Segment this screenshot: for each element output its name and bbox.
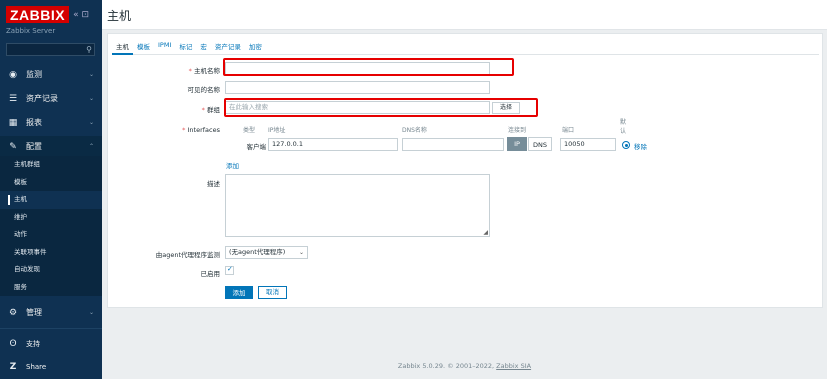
server-name: Zabbix Server (6, 27, 56, 35)
support-icon: ʘ (9, 338, 17, 349)
menu-share[interactable]: Z Share (0, 356, 102, 377)
menu-label: 配置 (26, 142, 42, 151)
highlight-box-hostname (223, 58, 514, 76)
submenu-event-correlation[interactable]: 关联项事件 (0, 244, 102, 262)
add-button[interactable]: 添加 (225, 286, 253, 299)
search-icon[interactable]: ⚲ (86, 45, 92, 54)
iface-add-link[interactable]: 添加 (226, 160, 239, 170)
proxy-select[interactable]: (无agent代理程序) ⌄ (225, 246, 308, 259)
page-header: 主机 (102, 0, 827, 30)
iface-port-header: 端口 (562, 127, 575, 134)
hostname-label: 主机名称 (100, 65, 220, 75)
proxy-selected-value: (无agent代理程序) (229, 248, 286, 256)
groups-label: 群组 (100, 104, 220, 114)
sidebar-divider (0, 328, 102, 329)
submenu-host-groups[interactable]: 主机群组 (0, 156, 102, 174)
chevron-up-icon: ⌃ (88, 143, 94, 150)
menu-label: 监测 (26, 70, 42, 79)
check-icon: ✓ (227, 265, 233, 273)
resize-grip-icon[interactable]: ◢ (483, 229, 488, 236)
tab-templates[interactable]: 模板 (133, 37, 154, 55)
menu-reports[interactable]: ▦ 报表 ⌄ (0, 112, 102, 133)
iface-ip-header: IP地址 (268, 127, 286, 134)
iface-type-agent: 客户端 (246, 143, 267, 151)
submenu-hosts[interactable]: 主机 (0, 191, 102, 209)
visible-name-label: 可见的名称 (187, 86, 221, 94)
chevron-down-icon: ⌄ (88, 309, 94, 316)
iface-port-input[interactable]: 10050 (560, 138, 616, 151)
footer-text: Zabbix 5.0.29. © 2001–2022, (397, 362, 497, 370)
menu-configuration[interactable]: ✎ 配置 ⌃ (0, 136, 102, 157)
default-interface-radio[interactable] (622, 141, 630, 149)
chevron-down-icon: ⌄ (298, 249, 304, 256)
visible-name-input[interactable] (225, 81, 490, 94)
tab-inventory[interactable]: 资产记录 (211, 37, 245, 55)
enabled-checkbox[interactable]: ✓ (225, 265, 234, 275)
footer-link[interactable]: Zabbix SIA (496, 362, 531, 370)
interfaces-label: Interfaces (100, 126, 221, 134)
chevron-down-icon: ⌄ (88, 95, 94, 102)
chart-icon: ▦ (8, 117, 18, 128)
iface-dns-input[interactable] (402, 138, 504, 151)
chevron-down-icon: ⌄ (88, 71, 94, 78)
form-tabs: 主机 模板 IPMI 标记 宏 资产记录 加密 (112, 37, 819, 55)
iface-connect-header: 连接到 (508, 127, 527, 134)
wrench-icon: ✎ (9, 141, 17, 152)
submenu-discovery[interactable]: 自动发现 (0, 261, 102, 279)
iface-type-header: 类型 (243, 127, 256, 134)
config-submenu: 主机群组 模板 主机 维护 动作 关联项事件 自动发现 服务 (0, 156, 102, 296)
collapse-sidebar-icon[interactable]: « ⊡ (73, 10, 89, 20)
connect-ip-toggle[interactable]: IP (507, 137, 527, 151)
page-footer: Zabbix 5.0.29. © 2001–2022, Zabbix SIA (102, 362, 827, 370)
menu-label: 管理 (26, 308, 42, 317)
tab-encryption[interactable]: 加密 (245, 37, 266, 55)
page-title: 主机 (107, 9, 132, 23)
menu-administration[interactable]: ⚙ 管理 ⌄ (0, 302, 102, 323)
tab-tags[interactable]: 标记 (175, 37, 196, 55)
sidebar: ZABBIX « ⊡ Zabbix Server ⚲ ◉ 监测 ⌄ ☰ 资产记录… (0, 0, 102, 379)
submenu-templates[interactable]: 模板 (0, 174, 102, 192)
submenu-maintenance[interactable]: 维护 (0, 209, 102, 227)
iface-dns-header: DNS名称 (402, 127, 427, 134)
menu-support[interactable]: ʘ 支持 (0, 333, 102, 354)
gear-icon: ⚙ (8, 307, 18, 318)
menu-monitoring[interactable]: ◉ 监测 ⌄ (0, 64, 102, 85)
connect-dns-toggle[interactable]: DNS (528, 137, 552, 151)
submenu-actions[interactable]: 动作 (0, 226, 102, 244)
highlight-box-groups (224, 98, 538, 117)
tab-macros[interactable]: 宏 (196, 37, 211, 55)
list-icon: ☰ (8, 93, 18, 104)
sidebar-search-input[interactable]: ⚲ (6, 43, 95, 56)
submenu-services[interactable]: 服务 (0, 279, 102, 297)
iface-remove-link[interactable]: 移除 (634, 141, 647, 151)
tab-ipmi[interactable]: IPMI (154, 37, 175, 55)
cancel-button[interactable]: 取消 (258, 286, 287, 299)
tab-host[interactable]: 主机 (112, 37, 133, 55)
share-icon: Z (9, 361, 17, 372)
iface-ip-input[interactable]: 127.0.0.1 (268, 138, 398, 151)
iface-default-header: 默认 (620, 119, 627, 135)
description-label: 描述 (207, 180, 220, 188)
proxy-label: 由agent代理程序监测 (155, 251, 220, 259)
chevron-down-icon: ⌄ (88, 119, 94, 126)
enabled-label: 已启用 (200, 270, 221, 278)
menu-inventory[interactable]: ☰ 资产记录 ⌄ (0, 88, 102, 109)
zabbix-logo[interactable]: ZABBIX (6, 6, 70, 23)
logo-row: ZABBIX « ⊡ (6, 6, 89, 23)
menu-label: 报表 (26, 118, 42, 127)
menu-label: 支持 (26, 339, 40, 348)
menu-label: 资产记录 (26, 94, 58, 103)
description-textarea[interactable]: ◢ (225, 174, 490, 237)
menu-label: Share (26, 362, 47, 371)
eye-icon: ◉ (9, 69, 17, 80)
